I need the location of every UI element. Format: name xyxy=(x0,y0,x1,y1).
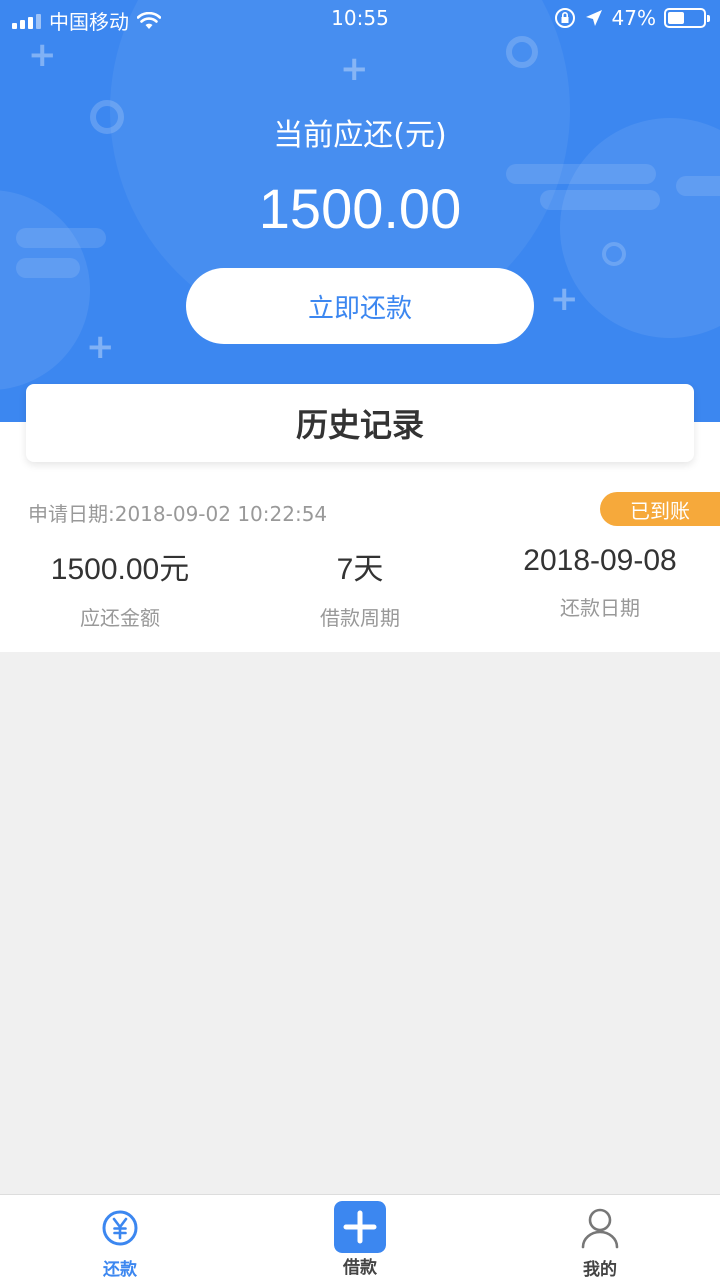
decor-plus-icon: + xyxy=(550,279,579,319)
decor-pill xyxy=(16,258,80,278)
plus-icon xyxy=(334,1201,386,1253)
battery-icon xyxy=(664,8,710,28)
decor-plus-icon: + xyxy=(86,327,115,367)
header-banner: + + + + 中国移动 10:55 47% 当前应还(元) 1500.00 立… xyxy=(0,0,720,422)
amount-label: 应还金额 xyxy=(80,606,160,630)
tab-borrow-label: 借款 xyxy=(343,1258,377,1278)
tab-mine-label: 我的 xyxy=(583,1260,617,1280)
period-value: 7天 xyxy=(336,553,384,586)
decor-plus-icon: + xyxy=(28,35,57,75)
history-title-card: 历史记录 xyxy=(26,384,694,462)
tab-borrow[interactable]: 借款 xyxy=(240,1195,480,1280)
amount-column: 1500.00元 应还金额 xyxy=(0,544,240,631)
decor-plus-icon: + xyxy=(340,49,369,89)
period-column: 7天 借款周期 xyxy=(240,544,480,631)
status-bar: 中国移动 10:55 47% xyxy=(0,0,720,40)
apply-date: 申请日期:2018-09-02 10:22:54 xyxy=(28,502,328,526)
due-amount: 1500.00 xyxy=(258,177,462,240)
status-badge: 已到账 xyxy=(600,492,720,526)
history-title: 历史记录 xyxy=(295,406,424,444)
repay-date-label: 还款日期 xyxy=(560,596,640,620)
tab-mine[interactable]: 我的 xyxy=(480,1195,720,1280)
yen-circle-icon xyxy=(102,1210,138,1246)
location-icon xyxy=(585,10,602,26)
repay-date-value: 2018-09-08 xyxy=(523,544,677,577)
history-record[interactable]: 申请日期:2018-09-02 10:22:54 已到账 1500.00元 应还… xyxy=(0,422,720,652)
decor-ring xyxy=(602,242,626,266)
period-label: 借款周期 xyxy=(320,606,400,630)
due-label: 当前应还(元) xyxy=(273,118,447,153)
repay-date-column: 2018-09-08 还款日期 xyxy=(480,544,720,631)
battery-percent: 47% xyxy=(611,6,656,30)
pay-now-button[interactable]: 立即还款 xyxy=(186,268,534,344)
rotation-lock-icon xyxy=(554,8,575,28)
decor-ring xyxy=(506,36,538,68)
tab-repay-label: 还款 xyxy=(103,1260,137,1280)
amount-value: 1500.00元 xyxy=(50,553,190,586)
tab-bar: 还款 借款 我的 xyxy=(0,1194,720,1280)
person-icon xyxy=(581,1208,619,1249)
tab-repay[interactable]: 还款 xyxy=(0,1195,240,1280)
